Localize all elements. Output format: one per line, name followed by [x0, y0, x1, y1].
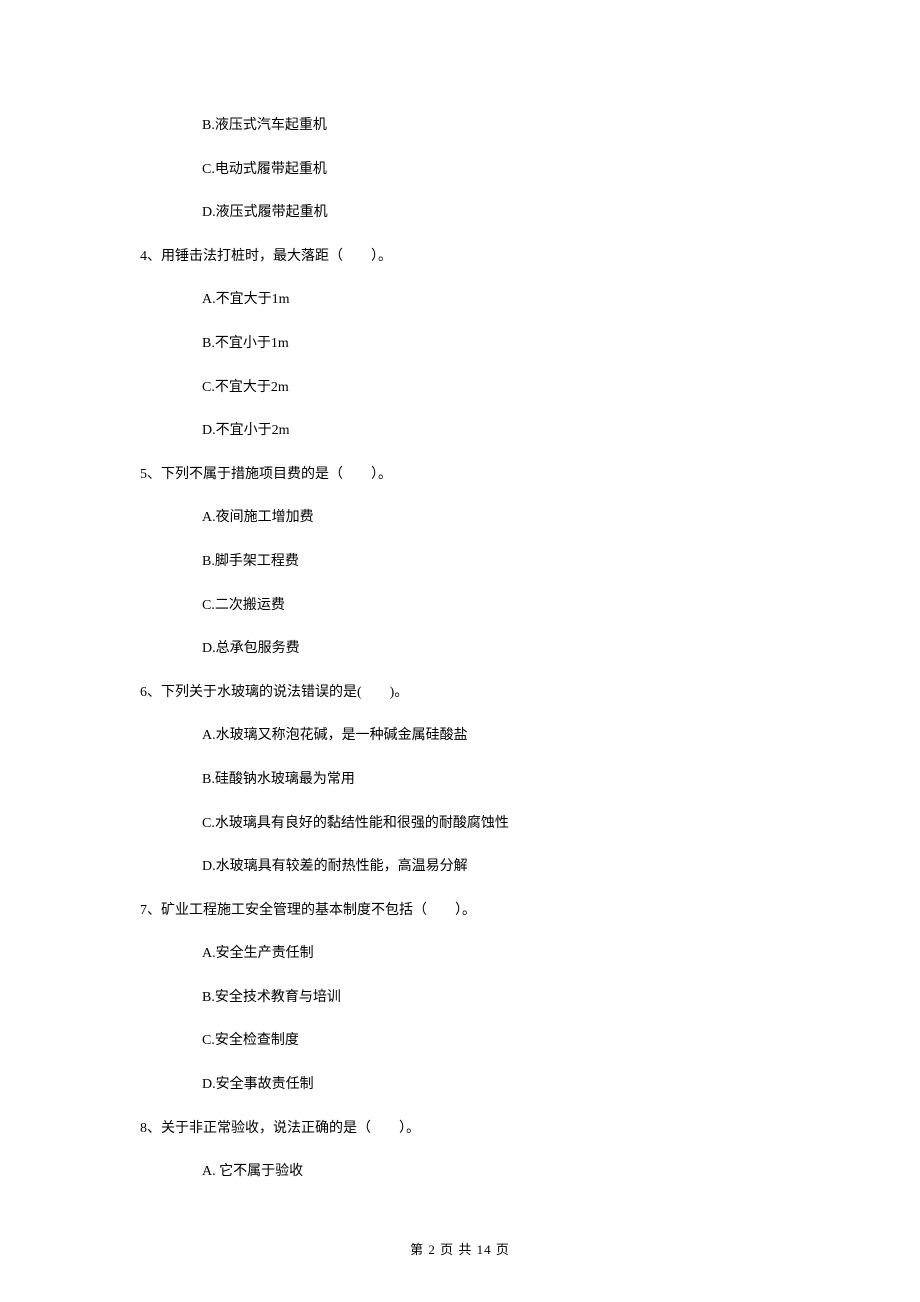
q7-option-a: A.安全生产责任制	[140, 944, 800, 964]
q7-option-d: D.安全事故责任制	[140, 1075, 800, 1095]
q5-stem: 5、下列不属于措施项目费的是（ ）。	[140, 465, 800, 485]
q8-stem: 8、关于非正常验收，说法正确的是（ ）。	[140, 1119, 800, 1139]
q3-option-c: C.电动式履带起重机	[140, 160, 800, 180]
q6-option-d: D.水玻璃具有较差的耐热性能，高温易分解	[140, 857, 800, 877]
q3-option-b: B.液压式汽车起重机	[140, 116, 800, 136]
q5-option-b: B.脚手架工程费	[140, 552, 800, 572]
q6-option-b: B.硅酸钠水玻璃最为常用	[140, 770, 800, 790]
page-footer: 第 2 页 共 14 页	[0, 1239, 920, 1258]
q7-option-b: B.安全技术教育与培训	[140, 988, 800, 1008]
q4-option-d: D.不宜小于2m	[140, 421, 800, 441]
q5-option-a: A.夜间施工增加费	[140, 508, 800, 528]
q5-option-c: C.二次搬运费	[140, 596, 800, 616]
q4-option-b: B.不宜小于1m	[140, 334, 800, 354]
q6-stem: 6、下列关于水玻璃的说法错误的是( )。	[140, 683, 800, 703]
q6-option-c: C.水玻璃具有良好的黏结性能和很强的耐酸腐蚀性	[140, 814, 800, 834]
q8-option-a: A. 它不属于验收	[140, 1162, 800, 1182]
page: B.液压式汽车起重机 C.电动式履带起重机 D.液压式履带起重机 4、用锤击法打…	[0, 0, 920, 1302]
q6-option-a: A.水玻璃又称泡花碱，是一种碱金属硅酸盐	[140, 726, 800, 746]
q7-option-c: C.安全检查制度	[140, 1031, 800, 1051]
q4-stem: 4、用锤击法打桩时，最大落距（ ）。	[140, 247, 800, 267]
q5-option-d: D.总承包服务费	[140, 639, 800, 659]
q4-option-c: C.不宜大于2m	[140, 378, 800, 398]
content-area: B.液压式汽车起重机 C.电动式履带起重机 D.液压式履带起重机 4、用锤击法打…	[0, 116, 920, 1182]
q3-option-d: D.液压式履带起重机	[140, 203, 800, 223]
q7-stem: 7、矿业工程施工安全管理的基本制度不包括（ ）。	[140, 901, 800, 921]
q4-option-a: A.不宜大于1m	[140, 290, 800, 310]
